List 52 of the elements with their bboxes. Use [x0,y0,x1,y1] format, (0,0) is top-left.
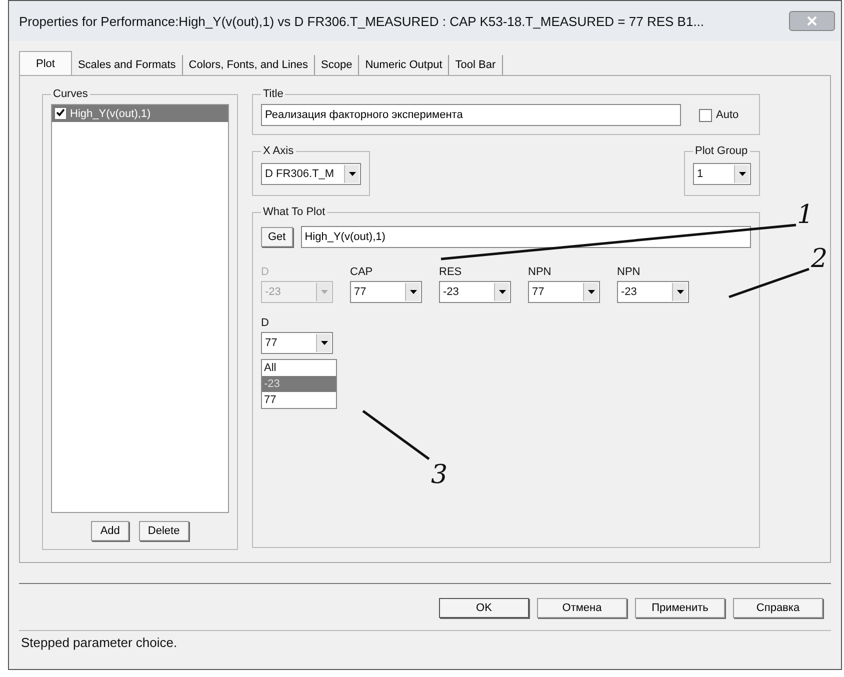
group-label: What To Plot [262,206,326,218]
dropdown-arrow-icon [320,341,328,345]
parameter-dropdown[interactable]: -23 [617,281,689,303]
parameter-label: NPN [528,266,552,278]
window-title: Properties for Performance:High_Y(v(out),1) vs D FR306.T_MEASURED : CAP K53-18.T_MEASURED = 77 RES B1... [19,14,704,28]
dialog-button[interactable]: Add [91,521,129,541]
dropdown-arrow-icon [320,290,328,294]
plot-group-dropdown[interactable]: 1 [693,163,751,185]
annotation-number: 1 [797,200,814,230]
get-button[interactable]: Get [261,227,293,247]
curves-list[interactable]: High_Y(v(out),1) [51,104,229,513]
parameter-dropdown[interactable]: 77 [261,332,333,354]
tab[interactable]: Plot [19,51,72,75]
checkbox-label: Auto [716,109,739,121]
parameter-label: D [261,266,270,278]
title-field[interactable]: Реализация факторного эксперимента [261,104,681,126]
group-label: X Axis [262,145,295,157]
parameter-dropdown[interactable]: 77 [528,281,600,303]
dialog-button[interactable]: Delete [138,521,189,541]
annotation-number: 2 [811,244,828,274]
group-label: Title [262,88,284,100]
checkbox[interactable] [54,107,67,120]
parameter-dropdown[interactable]: -23 [439,281,511,303]
dropdown-arrow-icon [498,290,506,294]
dropdown-arrow-icon [676,290,684,294]
group-label: Curves [52,88,89,100]
dropdown-arrow-icon [410,290,416,294]
status-text: Stepped parameter choice. [21,635,178,650]
parameter-dropdown[interactable]: 77 [350,281,422,303]
dropdown-arrow-icon [738,172,746,176]
parameter-label: D [261,317,270,329]
parameter-label: CAP [350,266,374,278]
dropdown-option[interactable]: 77 [262,392,336,408]
annotation-number: 3 [431,460,448,490]
parameter-label: RES [439,266,463,278]
curve-item[interactable]: High_Y(v(out),1) [52,105,228,122]
dropdown-arrow-icon [588,290,594,294]
dialog-button[interactable]: Применить [635,598,725,618]
expression-field[interactable]: High_Y(v(out),1) [300,226,751,248]
curve-label: High_Y(v(out),1) [70,108,151,120]
dropdown-arrow-icon [348,172,356,176]
close-icon [806,16,818,26]
parameter-label: NPN [617,266,642,278]
dialog-button[interactable]: OK [439,598,529,618]
dialog-button[interactable]: Справка [733,598,823,618]
x-axis-dropdown[interactable]: D FR306.T_M [261,163,361,185]
dropdown-option[interactable]: All [262,360,336,376]
dialog-button[interactable]: Отмена [537,598,627,618]
checkbox[interactable] [699,108,712,122]
close-button[interactable] [789,11,835,31]
leader-line [362,410,430,460]
group-label: Plot Group [694,145,749,157]
